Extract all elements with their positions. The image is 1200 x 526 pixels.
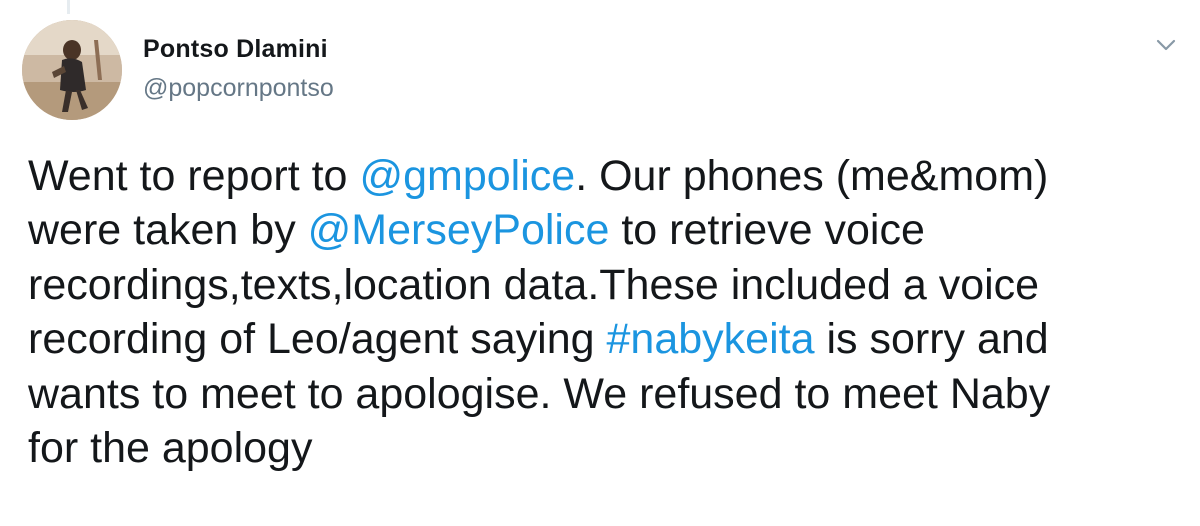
text-segment: . Our phones (me&mom): [575, 152, 1049, 200]
tweet-card: Pontso Dlamini @popcornpontso Went to re…: [0, 0, 1200, 526]
text-segment: to retrieve voice: [609, 206, 925, 255]
tweet-line: recording of Leo/agent saying #nabykeita…: [28, 312, 1188, 366]
hashtag-nabykeita-link[interactable]: #nabykeita: [607, 315, 815, 363]
tweet-line: for the apology: [28, 421, 1188, 475]
text-segment: Went to report to: [28, 152, 360, 200]
avatar[interactable]: [22, 20, 122, 120]
user-handle[interactable]: @popcornpontso: [143, 74, 334, 103]
mention-gmpolice-link[interactable]: @gmpolice: [359, 152, 575, 200]
tweet-menu-button[interactable]: [1148, 30, 1184, 60]
text-segment: recordings,texts,location data.These inc…: [28, 260, 1040, 309]
text-segment: for the apology: [28, 424, 313, 473]
mention-merseypolice-link[interactable]: @MerseyPolice: [308, 206, 610, 254]
text-segment: were taken by: [28, 206, 308, 255]
chevron-down-icon: [1156, 39, 1176, 51]
display-name[interactable]: Pontso Dlamini: [143, 35, 328, 64]
tweet-text: Went to report to @gmpolice. Our phones …: [28, 149, 1188, 475]
avatar-photo: [22, 20, 122, 120]
tweet-line: were taken by @MerseyPolice to retrieve …: [28, 203, 1188, 257]
tweet-line: recordings,texts,location data.These inc…: [28, 258, 1188, 312]
tweet-line: wants to meet to apologise. We refused t…: [28, 367, 1188, 421]
tweet-line: Went to report to @gmpolice. Our phones …: [28, 149, 1188, 203]
text-segment: is sorry and: [814, 315, 1049, 364]
text-segment: recording of Leo/agent saying: [28, 315, 607, 364]
thread-connector-line: [67, 0, 70, 14]
text-segment: wants to meet to apologise. We refused t…: [28, 369, 1051, 418]
